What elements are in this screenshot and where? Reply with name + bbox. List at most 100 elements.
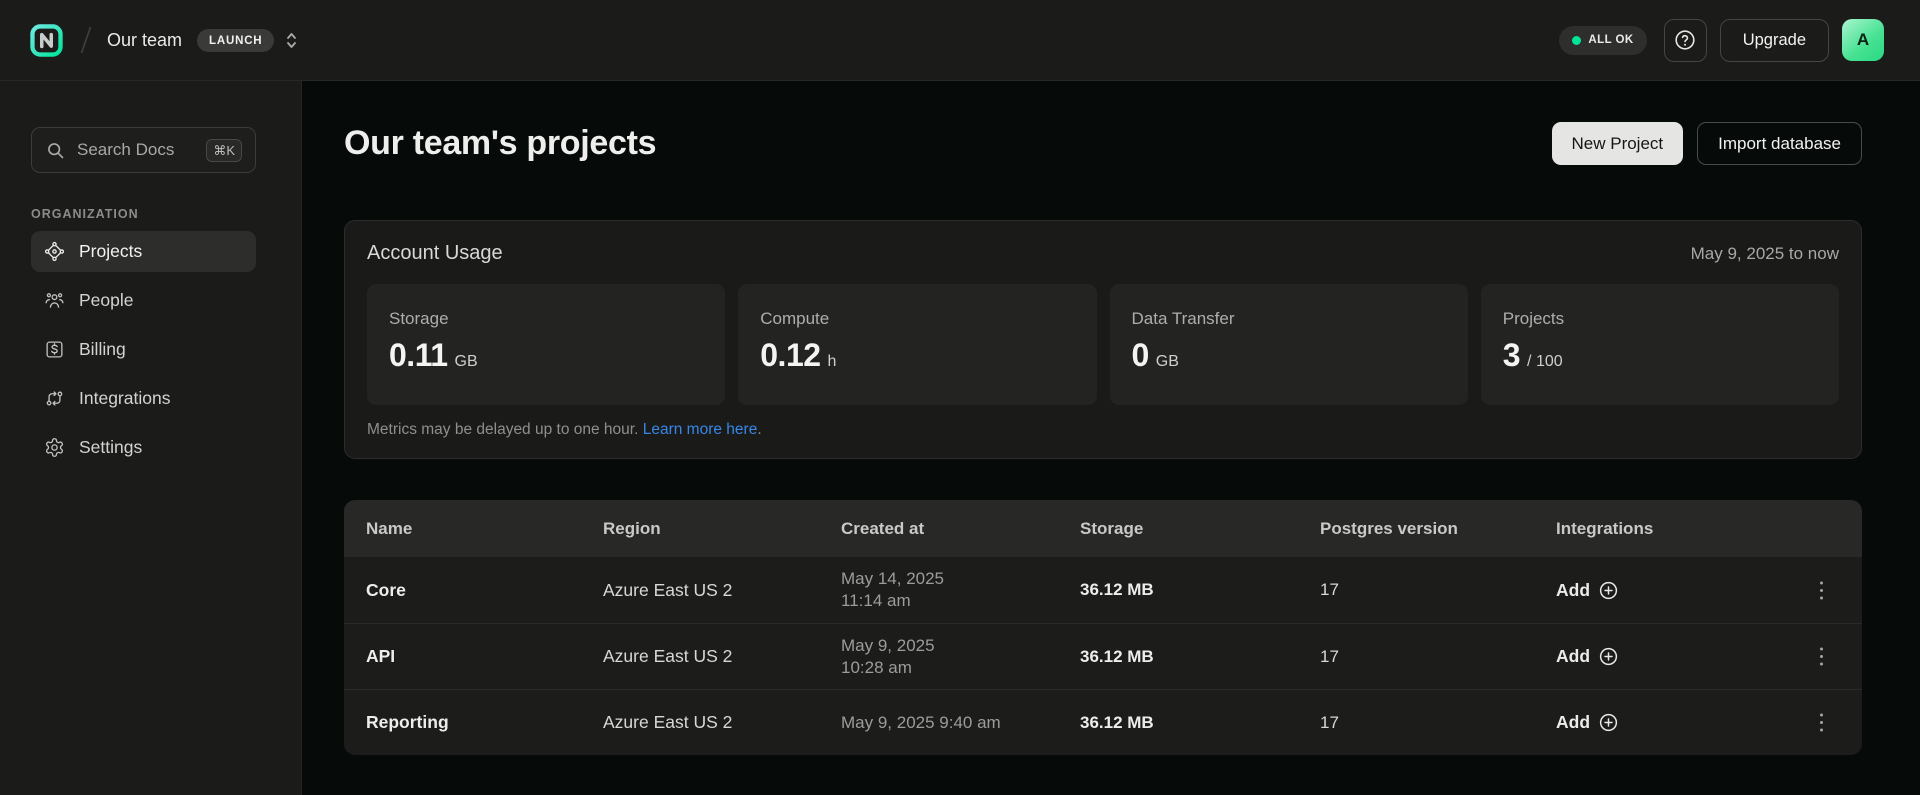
tile-unit: GB xyxy=(1156,353,1179,371)
col-region: Region xyxy=(603,519,841,539)
add-integration-button[interactable]: Add xyxy=(1556,712,1619,733)
add-label: Add xyxy=(1556,580,1590,601)
sidebar-item-label: Settings xyxy=(79,437,142,458)
col-integrations: Integrations xyxy=(1556,519,1840,539)
page-header: Our team's projects New Project Import d… xyxy=(344,122,1862,165)
import-database-button[interactable]: Import database xyxy=(1697,122,1862,165)
learn-more-link[interactable]: Learn more here xyxy=(643,421,758,438)
account-usage-card: Account Usage May 9, 2025 to now Storage… xyxy=(344,220,1862,459)
sidebar-item-settings[interactable]: Settings xyxy=(31,427,256,468)
kebab-icon xyxy=(1819,712,1824,733)
tile-unit: GB xyxy=(455,353,478,371)
page-actions: New Project Import database xyxy=(1552,122,1863,165)
help-icon xyxy=(1673,28,1697,52)
team-switcher[interactable]: Our team LAUNCH xyxy=(107,29,298,52)
add-integration-button[interactable]: Add xyxy=(1556,646,1619,667)
sidebar-item-billing[interactable]: Billing xyxy=(31,329,256,370)
main-content: Our team's projects New Project Import d… xyxy=(302,81,1920,795)
table-row-api[interactable]: API Azure East US 2 May 9, 2025 10:28 am… xyxy=(344,623,1862,689)
tile-value: 0.11 xyxy=(389,337,448,374)
project-name: API xyxy=(366,646,603,667)
table-header: Name Region Created at Storage Postgres … xyxy=(344,500,1862,557)
usage-note-suffix: . xyxy=(757,421,761,438)
plus-circle-icon xyxy=(1598,580,1619,601)
settings-icon xyxy=(44,437,65,458)
topbar-actions: ALL OK Upgrade A xyxy=(1559,19,1884,62)
usage-tile-compute: Compute 0.12 h xyxy=(738,284,1096,405)
plus-circle-icon xyxy=(1598,646,1619,667)
tile-label: Storage xyxy=(389,309,703,329)
usage-note-text: Metrics may be delayed up to one hour. xyxy=(367,421,643,438)
usage-tile-storage: Storage 0.11 GB xyxy=(367,284,725,405)
sidebar-item-integrations[interactable]: Integrations xyxy=(31,378,256,419)
project-postgres-version: 17 xyxy=(1320,713,1556,733)
plan-badge: LAUNCH xyxy=(197,29,274,52)
billing-icon xyxy=(44,339,65,360)
project-created-at: May 14, 2025 11:14 am xyxy=(841,568,1080,612)
topbar: Our team LAUNCH ALL OK Upgrade A xyxy=(0,0,1920,81)
status-badge[interactable]: ALL OK xyxy=(1559,26,1646,55)
status-label: ALL OK xyxy=(1588,34,1633,46)
project-storage: 36.12 MB xyxy=(1080,713,1320,733)
sidebar-nav: Projects People Billing xyxy=(0,231,301,468)
neon-logo-icon xyxy=(30,24,63,57)
tile-unit: h xyxy=(828,353,837,371)
table-row-core[interactable]: Core Azure East US 2 May 14, 2025 11:14 … xyxy=(344,557,1862,623)
usage-tile-data-transfer: Data Transfer 0 GB xyxy=(1110,284,1468,405)
neon-logo[interactable] xyxy=(30,24,63,57)
project-region: Azure East US 2 xyxy=(603,712,841,733)
sidebar-item-projects[interactable]: Projects xyxy=(31,231,256,272)
new-project-button[interactable]: New Project xyxy=(1552,122,1684,165)
usage-period: May 9, 2025 to now xyxy=(1691,244,1839,264)
project-storage: 36.12 MB xyxy=(1080,647,1320,667)
project-created-at: May 9, 2025 10:28 am xyxy=(841,635,1080,679)
add-integration-button[interactable]: Add xyxy=(1556,580,1619,601)
projects-icon xyxy=(44,241,65,262)
help-button[interactable] xyxy=(1664,19,1707,62)
sidebar-item-label: Integrations xyxy=(79,388,170,409)
avatar[interactable]: A xyxy=(1842,19,1884,61)
status-dot-icon xyxy=(1572,36,1581,45)
project-postgres-version: 17 xyxy=(1320,580,1556,600)
people-icon xyxy=(44,290,65,311)
tile-value: 0.12 xyxy=(760,337,820,374)
project-name: Reporting xyxy=(366,712,603,733)
kebab-icon xyxy=(1819,646,1824,667)
usage-title: Account Usage xyxy=(367,242,503,265)
created-date: May 9, 2025 9:40 am xyxy=(841,712,1080,734)
project-name: Core xyxy=(366,580,603,601)
page-title: Our team's projects xyxy=(344,124,656,163)
search-icon xyxy=(45,140,66,161)
col-postgres-version: Postgres version xyxy=(1320,519,1556,539)
project-created-at: May 9, 2025 9:40 am xyxy=(841,712,1080,734)
search-docs-button[interactable]: Search Docs ⌘K xyxy=(31,127,256,173)
tile-unit: / 100 xyxy=(1527,353,1563,371)
col-name: Name xyxy=(366,519,603,539)
sidebar-item-people[interactable]: People xyxy=(31,280,256,321)
plus-circle-icon xyxy=(1598,712,1619,733)
row-menu-button[interactable] xyxy=(1813,576,1830,605)
sidebar-section-label: ORGANIZATION xyxy=(31,207,256,221)
created-time: 11:14 am xyxy=(841,590,1080,612)
projects-table: Name Region Created at Storage Postgres … xyxy=(344,500,1862,755)
sidebar: Search Docs ⌘K ORGANIZATION Projects xyxy=(0,81,302,795)
breadcrumb-slash xyxy=(79,24,93,56)
tile-value: 3 xyxy=(1503,337,1520,374)
upgrade-button[interactable]: Upgrade xyxy=(1720,19,1829,62)
tile-label: Projects xyxy=(1503,309,1817,329)
add-label: Add xyxy=(1556,712,1590,733)
col-storage: Storage xyxy=(1080,519,1320,539)
project-region: Azure East US 2 xyxy=(603,646,841,667)
table-row-reporting[interactable]: Reporting Azure East US 2 May 9, 2025 9:… xyxy=(344,689,1862,755)
row-menu-button[interactable] xyxy=(1813,708,1830,737)
usage-header: Account Usage May 9, 2025 to now xyxy=(367,242,1839,265)
kebab-icon xyxy=(1819,580,1824,601)
sidebar-item-label: People xyxy=(79,290,134,311)
project-postgres-version: 17 xyxy=(1320,647,1556,667)
row-menu-button[interactable] xyxy=(1813,642,1830,671)
sidebar-item-label: Billing xyxy=(79,339,126,360)
sidebar-item-label: Projects xyxy=(79,241,142,262)
search-label: Search Docs xyxy=(77,140,174,160)
tile-value: 0 xyxy=(1132,337,1149,374)
usage-tiles: Storage 0.11 GB Compute 0.12 h Data Tran… xyxy=(367,284,1839,405)
